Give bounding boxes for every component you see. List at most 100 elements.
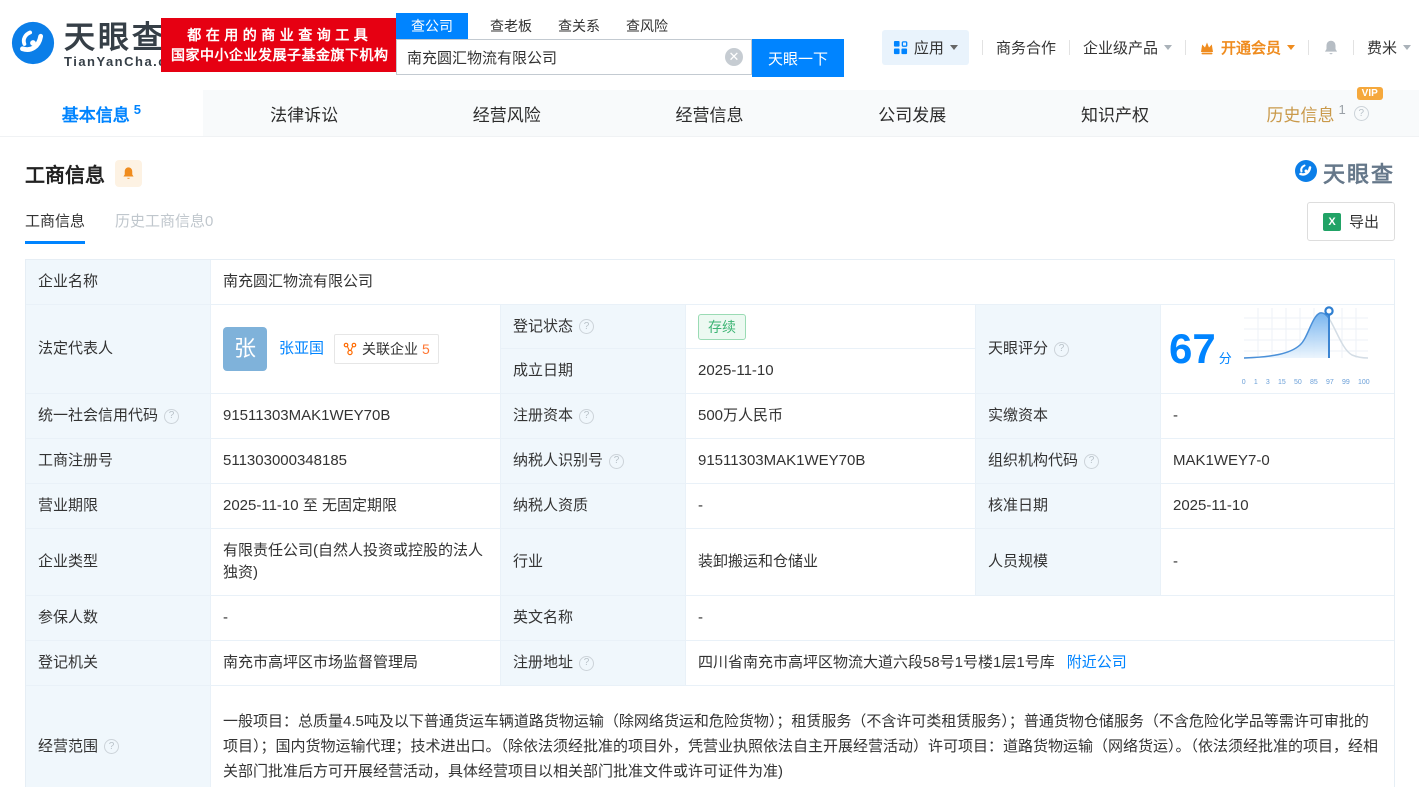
search-button[interactable]: 天眼一下 xyxy=(752,39,844,77)
english-name-value: - xyxy=(686,596,1394,640)
section-title: 工商信息 xyxy=(25,165,105,187)
nav-divider xyxy=(1352,40,1354,55)
nav-cooperation[interactable]: 商务合作 xyxy=(996,37,1056,58)
subtab-business-info[interactable]: 工商信息 xyxy=(25,210,86,244)
table-row-company-name: 企业名称 南充圆汇物流有限公司 xyxy=(26,260,1394,305)
staff-size-label: 人员规模 xyxy=(976,529,1161,595)
paid-capital-label: 实缴资本 xyxy=(976,394,1161,438)
insured-count-value: - xyxy=(211,596,501,640)
nav-apps[interactable]: 应用 xyxy=(881,30,969,65)
insured-count-label: 参保人数 xyxy=(26,596,211,640)
nav-open-vip[interactable]: 开通会员 xyxy=(1199,37,1295,58)
reg-address-label: 注册地址 xyxy=(501,641,686,685)
help-icon[interactable] xyxy=(579,655,595,671)
help-icon[interactable] xyxy=(1084,453,1100,469)
subtab-row: 工商信息 历史工商信息0 导出 xyxy=(25,202,1395,246)
help-icon[interactable] xyxy=(164,408,180,424)
tab-history-info[interactable]: 历史信息 VIP 1 xyxy=(1216,86,1419,136)
business-scope-text: 一般项目：总质量4.5吨及以下普通货运车辆道路货物运输（除网络货运和危险货物）；… xyxy=(223,713,1379,780)
legal-rep-name-link[interactable]: 张亚国 xyxy=(279,338,324,360)
company-name-label: 企业名称 xyxy=(26,260,211,304)
tab-operation-info[interactable]: 经营信息 xyxy=(608,90,811,136)
nearby-companies-link[interactable]: 附近公司 xyxy=(1067,652,1127,674)
score-marker-pin-icon xyxy=(1324,306,1334,316)
est-date-value: 2025-11-10 xyxy=(686,349,976,393)
search-tab-company[interactable]: 查公司 xyxy=(396,13,468,39)
tab-intellectual-property[interactable]: 知识产权 xyxy=(1014,90,1217,136)
promo-banner-line2: 国家中小企业发展子基金旗下机构 xyxy=(171,47,389,63)
company-name-value: 南充圆汇物流有限公司 xyxy=(211,260,1394,304)
reg-number-value: 511303000348185 xyxy=(211,439,501,483)
nav-user-menu[interactable]: 费米 xyxy=(1367,37,1411,58)
score-label: 天眼评分 xyxy=(976,305,1161,393)
search-tabs: 查公司 查老板 查关系 查风险 xyxy=(396,13,844,39)
tab-legal-proceedings-label: 法律诉讼 xyxy=(270,105,339,125)
tab-company-development[interactable]: 公司发展 xyxy=(811,90,1014,136)
help-icon[interactable] xyxy=(104,739,120,754)
nav-username: 费米 xyxy=(1366,40,1397,57)
search-area: 查公司 查老板 查关系 查风险 ✕ 天眼一下 xyxy=(396,13,844,77)
credit-code-label: 统一社会信用代码 xyxy=(26,394,211,438)
help-icon[interactable] xyxy=(579,408,595,424)
score-label-text: 天眼评分 xyxy=(988,340,1049,357)
approval-date-value: 2025-11-10 xyxy=(1161,484,1394,528)
business-term-value: 2025-11-10 至 无固定期限 xyxy=(211,484,501,528)
network-icon xyxy=(343,342,357,356)
business-info-section: 工商信息 天眼查 工商信息 历史工商信息0 导出 企业名称 xyxy=(0,159,1419,787)
business-scope-label-text: 经营范围 xyxy=(38,737,99,755)
score-axis-labels: 0 1 3 15 50 85 97 99 100 xyxy=(1241,379,1370,386)
table-row-business-term: 营业期限 2025-11-10 至 无固定期限 纳税人资质 - 核准日期 202… xyxy=(26,484,1394,529)
taxpayer-qualification-value: - xyxy=(686,484,976,528)
tab-operation-info-label: 经营信息 xyxy=(675,105,744,125)
tianyancha-swirl-icon xyxy=(10,20,56,71)
search-clear-icon[interactable]: ✕ xyxy=(725,48,743,66)
score-number: 67 xyxy=(1169,325,1216,372)
score-value: 67 分 0 1 3 15 50 85 97 99 100 xyxy=(1161,305,1394,393)
help-icon[interactable] xyxy=(609,453,625,469)
reg-authority-label: 登记机关 xyxy=(26,641,211,685)
watermark-logo: 天眼查 xyxy=(1294,157,1395,189)
watermark-text: 天眼查 xyxy=(1322,162,1395,187)
help-icon[interactable] xyxy=(1054,341,1070,357)
company-tab-bar: 基本信息 5 法律诉讼 经营风险 经营信息 公司发展 知识产权 历史信息 VIP… xyxy=(0,86,1419,137)
monitor-bell-icon[interactable] xyxy=(115,160,142,187)
tab-operation-risk-label: 经营风险 xyxy=(472,105,541,125)
business-scope-value: 一般项目：总质量4.5吨及以下普通货运车辆道路货物运输（除网络货运和危险货物）；… xyxy=(211,686,1394,787)
promo-banner: 都在用的商业查询工具 国家中小企业发展子基金旗下机构 xyxy=(161,18,399,72)
export-button[interactable]: 导出 xyxy=(1306,202,1395,241)
credit-code-value: 91511303MAK1WEY70B xyxy=(211,394,501,438)
avatar[interactable]: 张 xyxy=(223,327,267,371)
search-row: ✕ 天眼一下 xyxy=(396,39,844,77)
search-tab-risk[interactable]: 查风险 xyxy=(626,13,668,39)
tab-legal-proceedings[interactable]: 法律诉讼 xyxy=(203,90,406,136)
table-row-reg-number: 工商注册号 511303000348185 纳税人识别号 91511303MAK… xyxy=(26,439,1394,484)
tab-basic-info[interactable]: 基本信息 5 xyxy=(0,90,203,136)
reg-status-label: 登记状态 xyxy=(501,305,686,349)
top-nav: 应用 商务合作 企业级产品 开通会员 费米 xyxy=(881,30,1411,65)
notification-bell-icon[interactable] xyxy=(1322,39,1340,57)
table-row-insured-count: 参保人数 - 英文名称 - xyxy=(26,596,1394,641)
search-tab-boss[interactable]: 查老板 xyxy=(490,13,532,39)
legal-rep-label: 法定代表人 xyxy=(26,305,211,393)
taxpayer-id-value: 91511303MAK1WEY70B xyxy=(686,439,976,483)
tab-history-info-count: 1 xyxy=(1338,101,1346,117)
reg-number-label: 工商注册号 xyxy=(26,439,211,483)
nav-enterprise-products[interactable]: 企业级产品 xyxy=(1083,37,1172,58)
subtab-history-business-info[interactable]: 历史工商信息0 xyxy=(115,210,213,244)
approval-date-label: 核准日期 xyxy=(976,484,1161,528)
search-input[interactable] xyxy=(396,39,752,75)
nav-divider xyxy=(981,40,983,55)
promo-banner-line1: 都在用的商业查询工具 xyxy=(187,27,373,43)
table-row-legal-rep: 法定代表人 张 张亚国 关联企业 5 登记状态 存续 xyxy=(26,305,1394,394)
related-companies-badge[interactable]: 关联企业 5 xyxy=(334,334,439,364)
business-scope-label: 经营范围 xyxy=(26,686,211,787)
reg-capital-label-text: 注册资本 xyxy=(513,407,574,424)
help-icon[interactable] xyxy=(1353,105,1369,121)
nav-apps-label: 应用 xyxy=(913,40,944,57)
crown-icon xyxy=(1199,40,1215,56)
tab-operation-risk[interactable]: 经营风险 xyxy=(405,90,608,136)
help-icon[interactable] xyxy=(579,319,595,334)
search-tab-relation[interactable]: 查关系 xyxy=(558,13,600,39)
search-box: ✕ xyxy=(396,39,752,77)
company-type-value: 有限责任公司(自然人投资或控股的法人独资) xyxy=(211,529,501,595)
